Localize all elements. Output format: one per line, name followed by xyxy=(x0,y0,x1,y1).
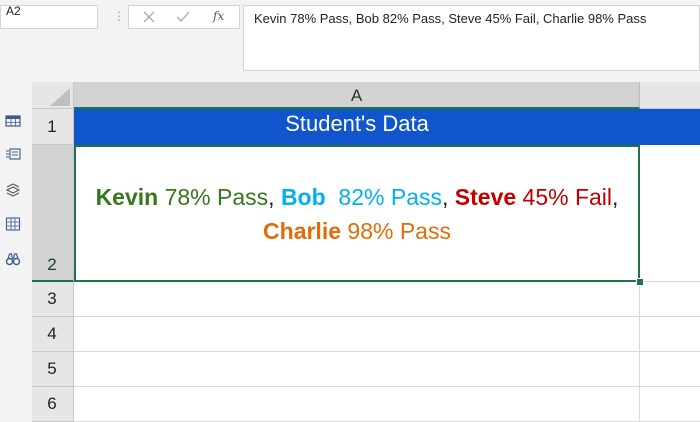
cell-a2-run: 78% Pass xyxy=(158,184,269,210)
cell-b1[interactable] xyxy=(640,109,700,145)
grid-row xyxy=(74,352,700,387)
table-icon[interactable] xyxy=(5,113,21,129)
stack-icon[interactable] xyxy=(5,181,21,197)
row-header-6[interactable]: 6 xyxy=(32,387,74,422)
cell-a2-run: , xyxy=(268,184,281,210)
cell-a2-text: Kevin 78% Pass, Bob 82% Pass, Steve 45% … xyxy=(74,180,640,248)
grid-row xyxy=(74,282,700,317)
cell-a2-run: , xyxy=(612,184,625,210)
binoculars-icon[interactable] xyxy=(5,251,21,267)
column-header-a[interactable]: A xyxy=(74,82,640,109)
row-header-2[interactable]: 2 xyxy=(32,145,74,282)
row-header-4[interactable]: 4 xyxy=(32,317,74,352)
checkmark-icon[interactable] xyxy=(174,8,192,26)
cell-a2-run: Kevin xyxy=(95,184,159,210)
insert-function-icon[interactable]: fx xyxy=(213,9,224,23)
cell-a2-run: 98% Pass xyxy=(341,218,451,244)
grid-row xyxy=(74,317,700,352)
more-options-icon[interactable]: ⋮ xyxy=(113,9,125,23)
cell-a2-run: Charlie xyxy=(263,218,342,244)
formula-content: Kevin 78% Pass, Bob 82% Pass, Steve 45% … xyxy=(254,11,647,26)
fill-handle[interactable] xyxy=(636,278,644,286)
row-header-1[interactable]: 1 xyxy=(32,109,74,145)
cell-a2-run: Steve xyxy=(454,184,517,210)
row-header-3[interactable]: 3 xyxy=(32,282,74,317)
cell-a2-run: 45% Fail xyxy=(516,184,613,210)
name-box-value: A2 xyxy=(6,4,21,18)
grid-row xyxy=(74,387,700,422)
list-icon[interactable] xyxy=(5,146,21,162)
column-header-b[interactable] xyxy=(640,82,700,109)
select-all-triangle-icon xyxy=(50,88,70,106)
cancel-icon[interactable] xyxy=(140,8,158,26)
cell-a2-run: 82% Pass xyxy=(325,184,442,210)
row-header-5[interactable]: 5 xyxy=(32,352,74,387)
grid-icon[interactable] xyxy=(5,216,21,232)
cell-a1[interactable]: Student's Data xyxy=(74,109,640,145)
cell-a2-run: Bob xyxy=(280,184,326,210)
cell-a2-run: , xyxy=(442,184,455,210)
